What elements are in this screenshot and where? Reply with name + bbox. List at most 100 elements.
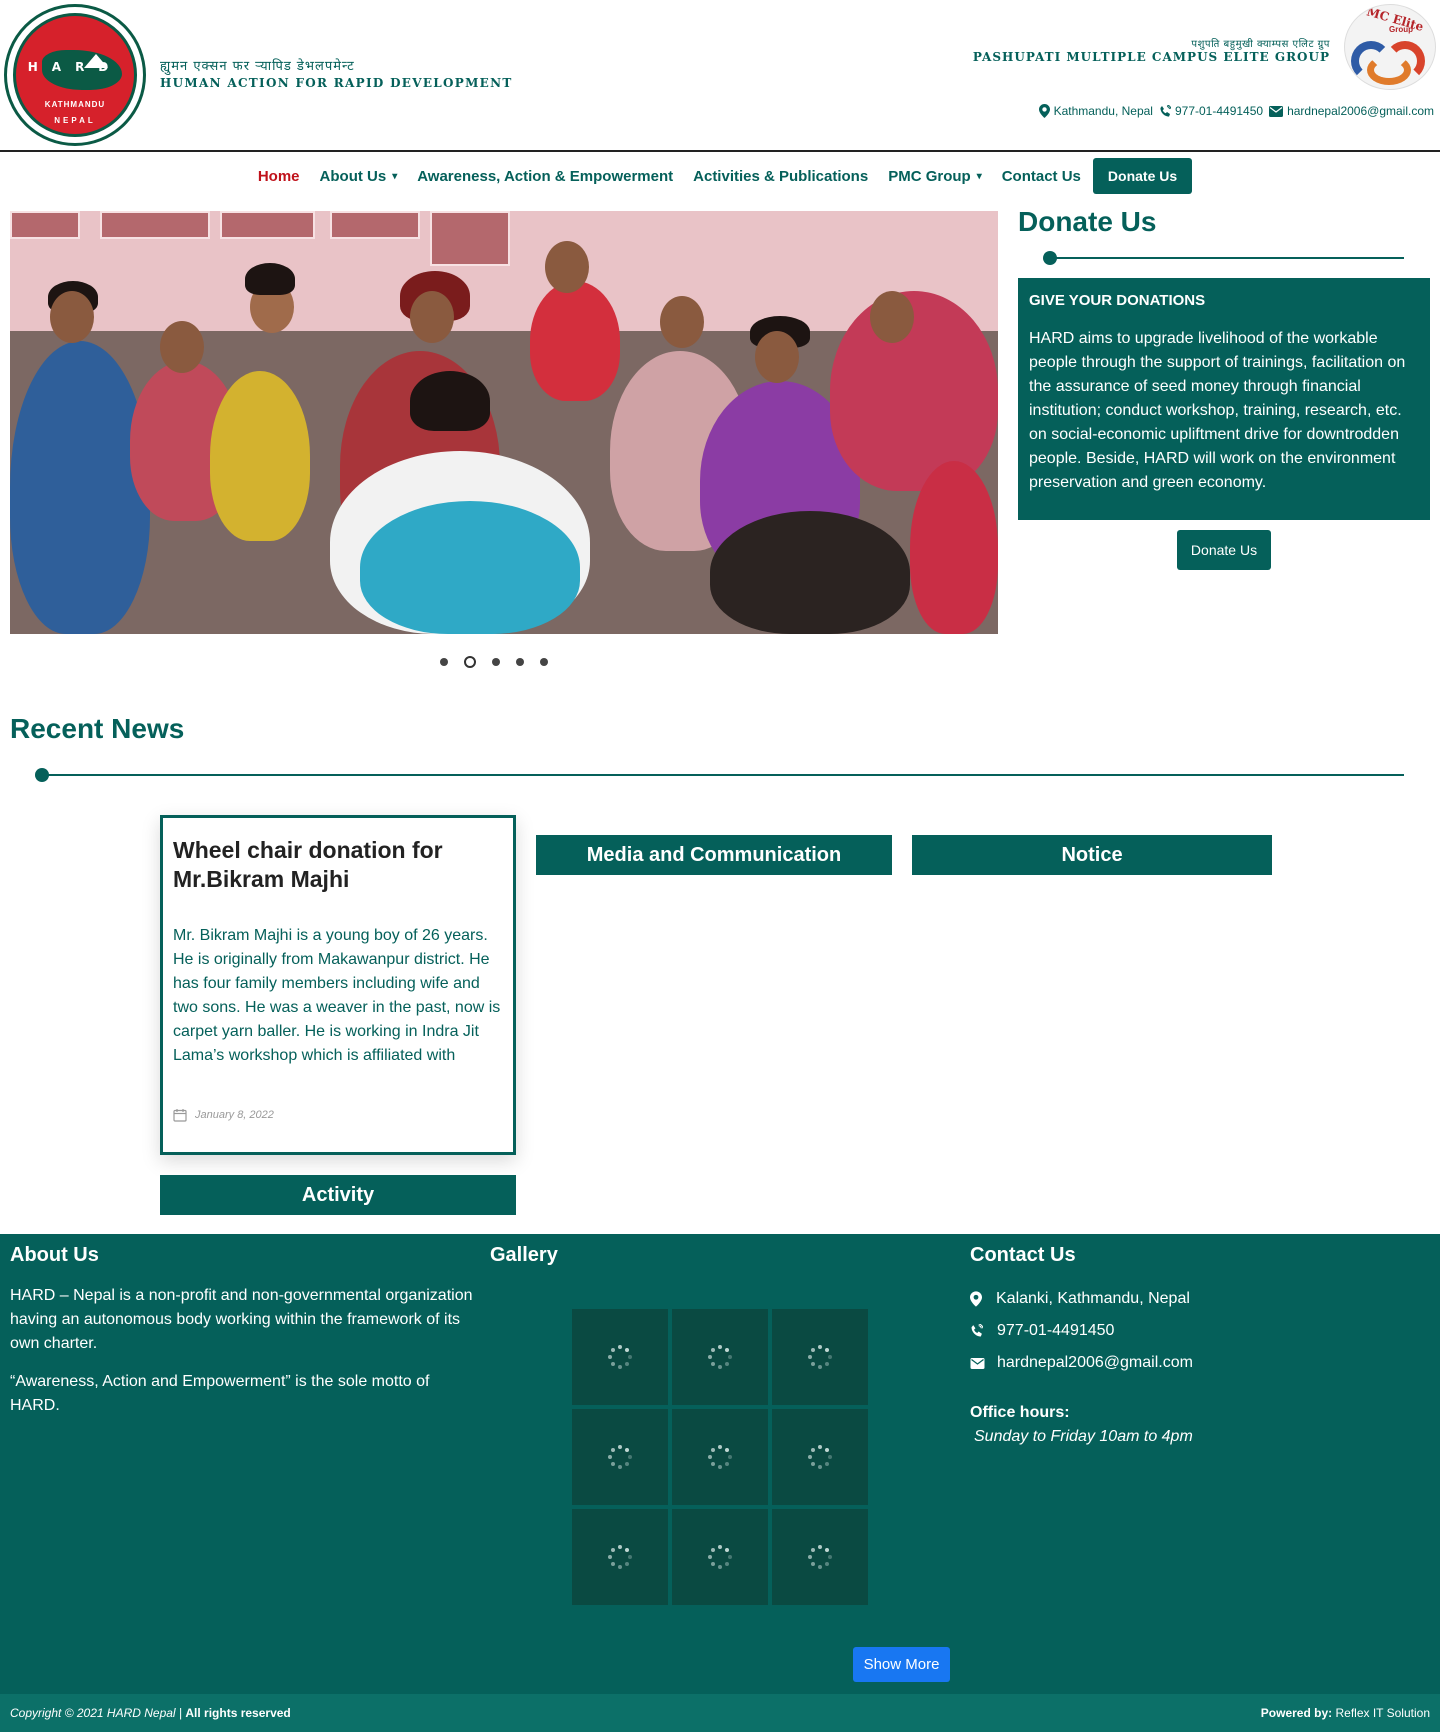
spinner-dot bbox=[625, 1347, 630, 1352]
gallery-thumb[interactable] bbox=[672, 1409, 768, 1505]
loading-spinner-icon bbox=[607, 1544, 633, 1570]
nav-contact-us-label: Contact Us bbox=[1001, 167, 1081, 185]
nav-about-us-label: About Us bbox=[319, 167, 387, 185]
spinner-dot bbox=[825, 1447, 830, 1452]
news-card[interactable]: Wheel chair donation for Mr.Bikram Majhi… bbox=[160, 815, 516, 1155]
header-phone-text: 977-01-4491450 bbox=[1174, 104, 1264, 118]
donate-info-box: GIVE YOUR DONATIONS HARD aims to upgrade… bbox=[1018, 278, 1430, 520]
news-card-date-text: January 8, 2022 bbox=[195, 1109, 274, 1121]
pmc-logo-subtext: Group bbox=[1389, 25, 1413, 34]
nav-home-label: Home bbox=[257, 167, 300, 185]
spinner-dot bbox=[710, 1547, 715, 1552]
slide-person-head bbox=[50, 291, 94, 343]
spinner-dot bbox=[618, 1365, 622, 1369]
nav-awareness[interactable]: Awareness, Action & Empowerment bbox=[407, 168, 683, 185]
gallery-thumb[interactable] bbox=[772, 1409, 868, 1505]
spinner-dot bbox=[818, 1565, 822, 1569]
header-email[interactable]: hardnepal2006@gmail.com bbox=[1269, 104, 1434, 118]
nav-activities[interactable]: Activities & Publications bbox=[683, 168, 878, 185]
nav-about-us[interactable]: About Us ▾ bbox=[310, 168, 408, 185]
main-nav: Home About Us ▾ Awareness, Action & Empo… bbox=[0, 156, 1440, 196]
slide-person bbox=[360, 501, 580, 634]
site-footer: About Us HARD – Nepal is a non-profit an… bbox=[0, 1234, 1440, 1694]
powered-by-link[interactable]: Reflex IT Solution bbox=[1336, 1706, 1431, 1720]
spinner-dot bbox=[725, 1362, 730, 1367]
spinner-dot bbox=[728, 1455, 732, 1459]
spinner-dot bbox=[625, 1562, 630, 1567]
copyright-rights: All rights reserved bbox=[185, 1706, 291, 1720]
slide-person bbox=[530, 281, 620, 401]
spinner-dot bbox=[828, 1555, 832, 1559]
hard-logo-country: NEPAL bbox=[54, 116, 96, 125]
nav-home[interactable]: Home bbox=[248, 168, 310, 185]
nav-donate-button[interactable]: Donate Us bbox=[1092, 158, 1193, 194]
spinner-dot bbox=[810, 1362, 815, 1367]
hard-logo[interactable]: HARD KATHMANDU NEPAL bbox=[4, 4, 146, 146]
spinner-dot bbox=[725, 1447, 730, 1452]
spinner-dot bbox=[618, 1545, 622, 1549]
footer-address: Kalanki, Kathmandu, Nepal bbox=[970, 1290, 1190, 1308]
spinner-dot bbox=[828, 1455, 832, 1459]
gallery-thumb[interactable] bbox=[572, 1509, 668, 1605]
gallery-thumb[interactable] bbox=[572, 1309, 668, 1405]
spinner-dot bbox=[810, 1447, 815, 1452]
loading-spinner-icon bbox=[607, 1344, 633, 1370]
donate-button[interactable]: Donate Us bbox=[1177, 530, 1271, 570]
gallery-thumb[interactable] bbox=[772, 1309, 868, 1405]
footer-about-para-1: HARD – Nepal is a non-profit and non-gov… bbox=[10, 1287, 473, 1352]
spinner-dot bbox=[808, 1455, 812, 1459]
header-contact-bar: Kathmandu, Nepal 977-01-4491450 hardnepa… bbox=[1038, 104, 1434, 118]
category-activity[interactable]: Activity bbox=[160, 1175, 516, 1215]
slide-wall-poster bbox=[430, 211, 510, 266]
slider-dot-4[interactable] bbox=[516, 658, 524, 666]
spinner-dot bbox=[825, 1547, 830, 1552]
gallery-show-more-button[interactable]: Show More bbox=[853, 1647, 950, 1682]
powered-by: Powered by: Reflex IT Solution bbox=[1261, 1706, 1430, 1720]
gallery-thumb[interactable] bbox=[772, 1509, 868, 1605]
pmc-elite-logo[interactable]: PMC Elite Group bbox=[1344, 4, 1436, 90]
site-header: HARD KATHMANDU NEPAL ह्युमन एक्सन फर र्‍… bbox=[0, 0, 1440, 152]
pmc-name-english: PASHUPATI MULTIPLE CAMPUS ELITE GROUP bbox=[972, 50, 1330, 64]
spinner-dot bbox=[625, 1447, 630, 1452]
spinner-dot bbox=[710, 1462, 715, 1467]
donate-box-heading: GIVE YOUR DONATIONS bbox=[1029, 292, 1206, 309]
footer-phone[interactable]: 977-01-4491450 bbox=[970, 1322, 1114, 1340]
spinner-dot bbox=[610, 1347, 615, 1352]
slide-person-head bbox=[545, 241, 589, 293]
gallery-thumb[interactable] bbox=[572, 1409, 668, 1505]
slider-dot-5[interactable] bbox=[540, 658, 548, 666]
slider-dot-1[interactable] bbox=[440, 658, 448, 666]
spinner-dot bbox=[718, 1345, 722, 1349]
spinner-dot bbox=[818, 1545, 822, 1549]
spinner-dot bbox=[725, 1562, 730, 1567]
gallery-thumb[interactable] bbox=[672, 1509, 768, 1605]
footer-email[interactable]: hardnepal2006@gmail.com bbox=[970, 1354, 1193, 1372]
nav-contact-us[interactable]: Contact Us bbox=[992, 168, 1091, 185]
category-notice[interactable]: Notice bbox=[912, 835, 1272, 875]
spinner-dot bbox=[818, 1345, 822, 1349]
gallery-thumb[interactable] bbox=[672, 1309, 768, 1405]
category-media-communication[interactable]: Media and Communication bbox=[536, 835, 892, 875]
spinner-dot bbox=[625, 1547, 630, 1552]
spinner-dot bbox=[818, 1445, 822, 1449]
donate-divider-line bbox=[1048, 257, 1404, 259]
header-phone[interactable]: 977-01-4491450 bbox=[1159, 104, 1263, 118]
slider-dot-2[interactable] bbox=[464, 656, 476, 668]
slider-dot-3[interactable] bbox=[492, 658, 500, 666]
header-email-text: hardnepal2006@gmail.com bbox=[1287, 104, 1434, 118]
spinner-dot bbox=[618, 1345, 622, 1349]
slide-person-head bbox=[410, 291, 454, 343]
news-card-title[interactable]: Wheel chair donation for Mr.Bikram Majhi bbox=[173, 836, 503, 894]
donate-box-text: HARD aims to upgrade livelihood of the w… bbox=[1029, 330, 1406, 491]
spinner-dot bbox=[825, 1562, 830, 1567]
loading-spinner-icon bbox=[807, 1544, 833, 1570]
copyright-prefix: Copyright © 2021 HARD Nepal | bbox=[10, 1706, 186, 1720]
loading-spinner-icon bbox=[807, 1444, 833, 1470]
slide-person bbox=[910, 461, 998, 634]
footer-gallery-grid bbox=[572, 1309, 868, 1605]
spinner-dot bbox=[710, 1562, 715, 1567]
hero-slider[interactable] bbox=[10, 211, 998, 634]
slide-person-hair bbox=[245, 263, 295, 295]
slide-wall-poster bbox=[100, 211, 210, 239]
nav-pmc-group[interactable]: PMC Group ▾ bbox=[878, 168, 992, 185]
